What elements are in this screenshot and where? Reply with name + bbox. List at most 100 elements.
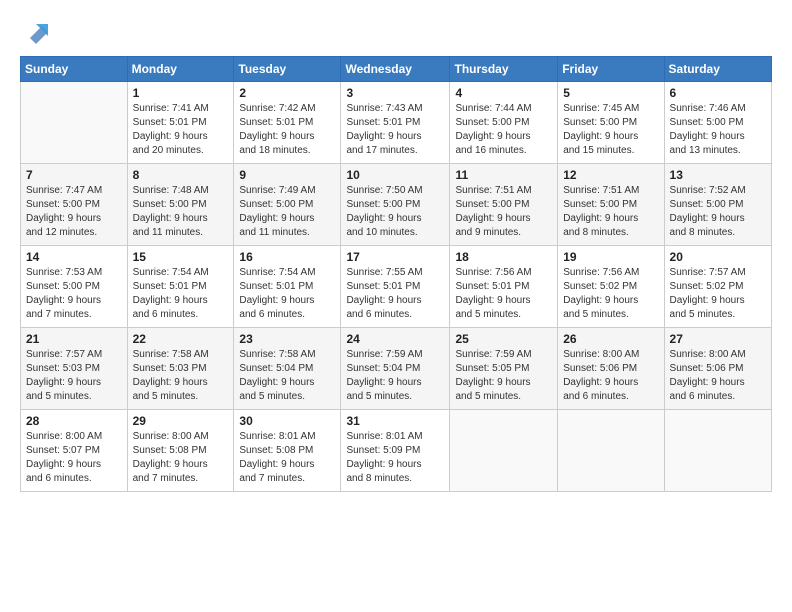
cell-content: Sunrise: 7:58 AM Sunset: 5:04 PM Dayligh… — [239, 348, 335, 404]
day-number: 20 — [670, 250, 766, 264]
day-number: 27 — [670, 332, 766, 346]
day-number: 7 — [26, 168, 122, 182]
cell-content: Sunrise: 7:48 AM Sunset: 5:00 PM Dayligh… — [133, 184, 229, 240]
calendar-cell: 20 Sunrise: 7:57 AM Sunset: 5:02 PM Dayli… — [664, 246, 771, 328]
calendar-cell: 7 Sunrise: 7:47 AM Sunset: 5:00 PM Daylig… — [21, 164, 128, 246]
day-number: 10 — [346, 168, 444, 182]
cell-content: Sunrise: 7:59 AM Sunset: 5:04 PM Dayligh… — [346, 348, 444, 404]
calendar-week-2: 7 Sunrise: 7:47 AM Sunset: 5:00 PM Daylig… — [21, 164, 772, 246]
header-monday: Monday — [127, 57, 234, 82]
calendar: SundayMondayTuesdayWednesdayThursdayFrid… — [20, 56, 772, 492]
calendar-cell — [664, 410, 771, 492]
header-tuesday: Tuesday — [234, 57, 341, 82]
header-sunday: Sunday — [21, 57, 128, 82]
cell-content: Sunrise: 7:46 AM Sunset: 5:00 PM Dayligh… — [670, 102, 766, 158]
cell-content: Sunrise: 7:44 AM Sunset: 5:00 PM Dayligh… — [455, 102, 552, 158]
day-number: 1 — [133, 86, 229, 100]
cell-content: Sunrise: 7:50 AM Sunset: 5:00 PM Dayligh… — [346, 184, 444, 240]
calendar-cell: 13 Sunrise: 7:52 AM Sunset: 5:00 PM Dayli… — [664, 164, 771, 246]
day-number: 25 — [455, 332, 552, 346]
page: SundayMondayTuesdayWednesdayThursdayFrid… — [0, 0, 792, 612]
calendar-week-5: 28Sunrise: 8:00 AM Sunset: 5:07 PM Dayli… — [21, 410, 772, 492]
calendar-cell: 11Sunrise: 7:51 AM Sunset: 5:00 PM Dayli… — [450, 164, 558, 246]
calendar-cell: 24 Sunrise: 7:59 AM Sunset: 5:04 PM Dayli… — [341, 328, 450, 410]
day-number: 15 — [133, 250, 229, 264]
calendar-cell: 1 Sunrise: 7:41 AM Sunset: 5:01 PM Daylig… — [127, 82, 234, 164]
calendar-cell: 31 Sunrise: 8:01 AM Sunset: 5:09 PM Dayli… — [341, 410, 450, 492]
cell-content: Sunrise: 7:57 AM Sunset: 5:02 PM Dayligh… — [670, 266, 766, 322]
cell-content: Sunrise: 7:49 AM Sunset: 5:00 PM Dayligh… — [239, 184, 335, 240]
cell-content: Sunrise: 7:57 AM Sunset: 5:03 PM Dayligh… — [26, 348, 122, 404]
cell-content: Sunrise: 8:00 AM Sunset: 5:06 PM Dayligh… — [563, 348, 658, 404]
cell-content: Sunrise: 7:54 AM Sunset: 5:01 PM Dayligh… — [133, 266, 229, 322]
header-saturday: Saturday — [664, 57, 771, 82]
day-number: 24 — [346, 332, 444, 346]
calendar-cell: 16Sunrise: 7:54 AM Sunset: 5:01 PM Dayli… — [234, 246, 341, 328]
calendar-cell: 12 Sunrise: 7:51 AM Sunset: 5:00 PM Dayli… — [558, 164, 664, 246]
cell-content: Sunrise: 7:53 AM Sunset: 5:00 PM Dayligh… — [26, 266, 122, 322]
calendar-week-4: 21 Sunrise: 7:57 AM Sunset: 5:03 PM Dayli… — [21, 328, 772, 410]
cell-content: Sunrise: 7:56 AM Sunset: 5:02 PM Dayligh… — [563, 266, 658, 322]
calendar-cell: 9 Sunrise: 7:49 AM Sunset: 5:00 PM Daylig… — [234, 164, 341, 246]
calendar-cell: 8 Sunrise: 7:48 AM Sunset: 5:00 PM Daylig… — [127, 164, 234, 246]
header-friday: Friday — [558, 57, 664, 82]
cell-content: Sunrise: 7:52 AM Sunset: 5:00 PM Dayligh… — [670, 184, 766, 240]
calendar-cell: 29Sunrise: 8:00 AM Sunset: 5:08 PM Dayli… — [127, 410, 234, 492]
day-number: 26 — [563, 332, 658, 346]
logo-icon — [22, 18, 50, 46]
cell-content: Sunrise: 7:41 AM Sunset: 5:01 PM Dayligh… — [133, 102, 229, 158]
calendar-cell: 22 Sunrise: 7:58 AM Sunset: 5:03 PM Dayli… — [127, 328, 234, 410]
cell-content: Sunrise: 7:56 AM Sunset: 5:01 PM Dayligh… — [455, 266, 552, 322]
cell-content: Sunrise: 7:47 AM Sunset: 5:00 PM Dayligh… — [26, 184, 122, 240]
calendar-cell: 4 Sunrise: 7:44 AM Sunset: 5:00 PM Daylig… — [450, 82, 558, 164]
cell-content: Sunrise: 7:59 AM Sunset: 5:05 PM Dayligh… — [455, 348, 552, 404]
header — [20, 18, 772, 46]
calendar-cell — [558, 410, 664, 492]
day-number: 4 — [455, 86, 552, 100]
calendar-cell: 26 Sunrise: 8:00 AM Sunset: 5:06 PM Dayli… — [558, 328, 664, 410]
calendar-header-row: SundayMondayTuesdayWednesdayThursdayFrid… — [21, 57, 772, 82]
cell-content: Sunrise: 7:55 AM Sunset: 5:01 PM Dayligh… — [346, 266, 444, 322]
day-number: 18 — [455, 250, 552, 264]
calendar-cell: 19 Sunrise: 7:56 AM Sunset: 5:02 PM Dayli… — [558, 246, 664, 328]
day-number: 13 — [670, 168, 766, 182]
day-number: 2 — [239, 86, 335, 100]
cell-content: Sunrise: 7:42 AM Sunset: 5:01 PM Dayligh… — [239, 102, 335, 158]
calendar-week-1: 1 Sunrise: 7:41 AM Sunset: 5:01 PM Daylig… — [21, 82, 772, 164]
cell-content: Sunrise: 7:43 AM Sunset: 5:01 PM Dayligh… — [346, 102, 444, 158]
calendar-cell: 14 Sunrise: 7:53 AM Sunset: 5:00 PM Dayli… — [21, 246, 128, 328]
day-number: 19 — [563, 250, 658, 264]
day-number: 23 — [239, 332, 335, 346]
cell-content: Sunrise: 8:01 AM Sunset: 5:09 PM Dayligh… — [346, 430, 444, 486]
calendar-cell: 21 Sunrise: 7:57 AM Sunset: 5:03 PM Dayli… — [21, 328, 128, 410]
cell-content: Sunrise: 7:58 AM Sunset: 5:03 PM Dayligh… — [133, 348, 229, 404]
cell-content: Sunrise: 7:54 AM Sunset: 5:01 PM Dayligh… — [239, 266, 335, 322]
calendar-week-3: 14 Sunrise: 7:53 AM Sunset: 5:00 PM Dayli… — [21, 246, 772, 328]
day-number: 3 — [346, 86, 444, 100]
header-thursday: Thursday — [450, 57, 558, 82]
day-number: 17 — [346, 250, 444, 264]
day-number: 31 — [346, 414, 444, 428]
day-number: 22 — [133, 332, 229, 346]
header-wednesday: Wednesday — [341, 57, 450, 82]
logo — [20, 18, 50, 46]
day-number: 5 — [563, 86, 658, 100]
calendar-cell: 15 Sunrise: 7:54 AM Sunset: 5:01 PM Dayli… — [127, 246, 234, 328]
cell-content: Sunrise: 7:51 AM Sunset: 5:00 PM Dayligh… — [563, 184, 658, 240]
calendar-cell: 25 Sunrise: 7:59 AM Sunset: 5:05 PM Dayli… — [450, 328, 558, 410]
calendar-cell: 6Sunrise: 7:46 AM Sunset: 5:00 PM Daylig… — [664, 82, 771, 164]
calendar-cell: 17 Sunrise: 7:55 AM Sunset: 5:01 PM Dayli… — [341, 246, 450, 328]
day-number: 9 — [239, 168, 335, 182]
day-number: 12 — [563, 168, 658, 182]
cell-content: Sunrise: 8:01 AM Sunset: 5:08 PM Dayligh… — [239, 430, 335, 486]
calendar-cell — [450, 410, 558, 492]
calendar-cell: 2 Sunrise: 7:42 AM Sunset: 5:01 PM Daylig… — [234, 82, 341, 164]
cell-content: Sunrise: 8:00 AM Sunset: 5:06 PM Dayligh… — [670, 348, 766, 404]
day-number: 21 — [26, 332, 122, 346]
day-number: 8 — [133, 168, 229, 182]
calendar-cell: 28Sunrise: 8:00 AM Sunset: 5:07 PM Dayli… — [21, 410, 128, 492]
calendar-cell: 3 Sunrise: 7:43 AM Sunset: 5:01 PM Daylig… — [341, 82, 450, 164]
day-number: 29 — [133, 414, 229, 428]
day-number: 14 — [26, 250, 122, 264]
cell-content: Sunrise: 7:51 AM Sunset: 5:00 PM Dayligh… — [455, 184, 552, 240]
